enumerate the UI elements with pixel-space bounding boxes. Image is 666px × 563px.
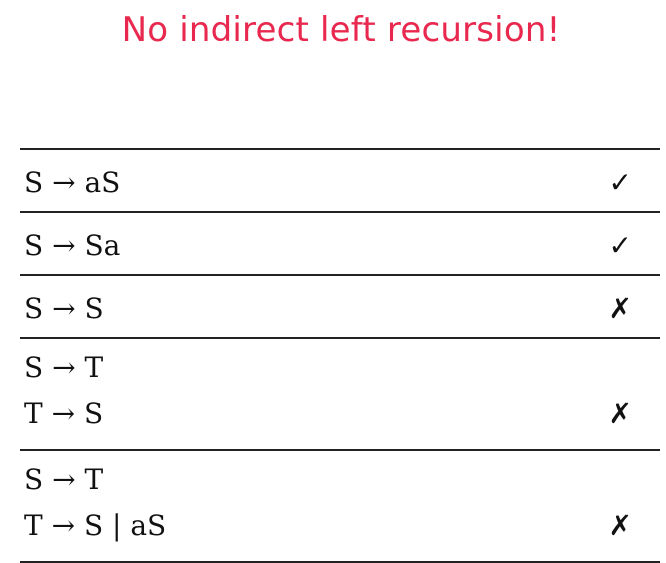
production-rule: T → S | aS: [24, 509, 167, 542]
production-rule: S → T: [24, 351, 104, 384]
cross-mark-icon: ✗: [608, 509, 632, 542]
check-mark-icon: ✓: [608, 229, 632, 262]
grammar-table: S → aS ✓ S → Sa ✓ S → S ✗ S → T T → S ✗ …: [20, 148, 660, 563]
table-row: S → aS ✓: [20, 150, 660, 211]
cross-mark-icon: ✗: [608, 397, 632, 430]
table-row: S → T T → S | aS ✗: [20, 451, 660, 561]
production-rule: S → aS: [24, 166, 121, 199]
check-mark-icon: ✓: [608, 166, 632, 199]
production-rule: T → S: [24, 397, 104, 430]
cross-mark-icon: ✗: [608, 292, 632, 325]
production-rule: S → T: [24, 463, 104, 496]
slide-title: No indirect left recursion!: [121, 10, 561, 50]
production-rule: S → S: [24, 292, 104, 325]
production-rule: S → Sa: [24, 229, 121, 262]
table-row: S → T T → S ✗: [20, 339, 660, 449]
table-row: S → S ✗: [20, 276, 660, 337]
table-row: S → Sa ✓: [20, 213, 660, 274]
